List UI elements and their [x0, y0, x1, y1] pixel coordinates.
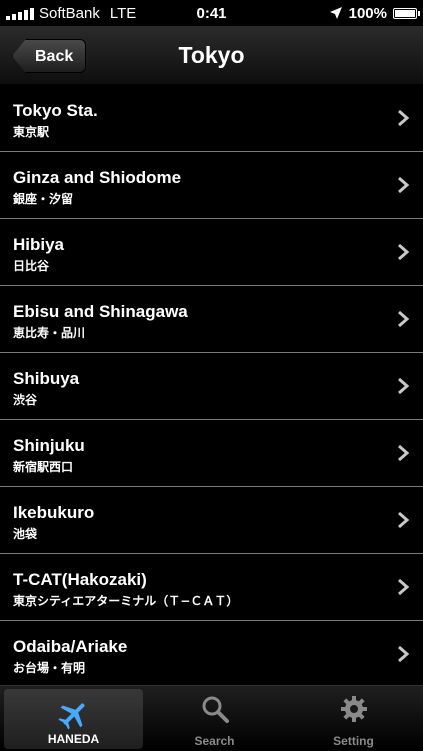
gear-icon [340, 696, 367, 722]
item-name-en: Shinjuku [13, 436, 85, 455]
tab-search[interactable]: Search [145, 686, 284, 751]
item-name-en: Ginza and Shiodome [13, 168, 182, 187]
battery-percentage: 100% [348, 4, 387, 22]
status-bar: SoftBank LTE 0:41 100% [0, 0, 423, 26]
list-item[interactable]: Odaiba/Ariake お台場・有明 [0, 621, 423, 685]
carrier-name: SoftBank [39, 4, 100, 22]
item-name-en: Ebisu and Shinagawa [13, 302, 188, 321]
chevron-right-icon [398, 243, 410, 261]
chevron-right-icon [398, 578, 410, 596]
item-name-en: T-CAT(Hakozaki) [13, 570, 147, 589]
list-item[interactable]: T-CAT(Hakozaki) 東京シティエアターミナル（Ｔ−ＣＡＴ） [0, 554, 423, 621]
area-list: Tokyo Sta. 東京駅 Ginza and Shiodome 銀座・汐留 … [0, 85, 423, 685]
item-name-ja: 東京駅 [13, 125, 50, 139]
airplane-icon [57, 703, 84, 730]
tab-label: Setting [333, 734, 374, 748]
chevron-right-icon [398, 377, 410, 395]
item-name-en: Tokyo Sta. [13, 101, 98, 120]
item-name-ja: 銀座・汐留 [13, 192, 74, 206]
chevron-right-icon [398, 511, 410, 529]
chevron-right-icon [398, 310, 410, 328]
tab-label: Search [194, 734, 235, 748]
item-name-en: Shibuya [13, 369, 80, 388]
tab-bar: HANEDA Search Setting [0, 685, 423, 751]
tab-label: HANEDA [47, 732, 100, 746]
list-item[interactable]: Tokyo Sta. 東京駅 [0, 85, 423, 152]
list-item[interactable]: Hibiya 日比谷 [0, 219, 423, 286]
location-icon [329, 7, 342, 19]
list-item[interactable]: Ikebukuro 池袋 [0, 487, 423, 554]
back-button[interactable]: Back [12, 39, 87, 73]
item-name-en: Odaiba/Ariake [13, 637, 128, 656]
tab-setting[interactable]: Setting [284, 686, 423, 751]
item-name-ja: お台場・有明 [13, 661, 86, 675]
item-name-ja: 新宿駅西口 [13, 460, 74, 474]
item-name-ja: 東京シティエアターミナル（Ｔ−ＣＡＴ） [13, 594, 239, 608]
item-name-ja: 渋谷 [13, 393, 38, 407]
network-type: LTE [109, 4, 137, 22]
battery-icon [393, 7, 420, 19]
item-name-en: Hibiya [13, 235, 65, 254]
chevron-right-icon [398, 444, 410, 462]
chevron-right-icon [398, 645, 410, 663]
chevron-right-icon [398, 109, 410, 127]
search-icon [202, 696, 229, 723]
list-item[interactable]: Shibuya 渋谷 [0, 353, 423, 420]
tab-haneda[interactable]: HANEDA [4, 689, 143, 749]
list-item[interactable]: Ginza and Shiodome 銀座・汐留 [0, 152, 423, 219]
list-item[interactable]: Shinjuku 新宿駅西口 [0, 420, 423, 487]
signal-strength-icon [6, 6, 34, 20]
item-name-ja: 池袋 [13, 527, 38, 541]
chevron-right-icon [398, 176, 410, 194]
list-item[interactable]: Ebisu and Shinagawa 恵比寿・品川 [0, 286, 423, 353]
item-name-en: Ikebukuro [13, 503, 95, 522]
item-name-ja: 日比谷 [13, 259, 50, 273]
navigation-bar: Back Tokyo [0, 26, 423, 85]
item-name-ja: 恵比寿・品川 [13, 326, 86, 340]
